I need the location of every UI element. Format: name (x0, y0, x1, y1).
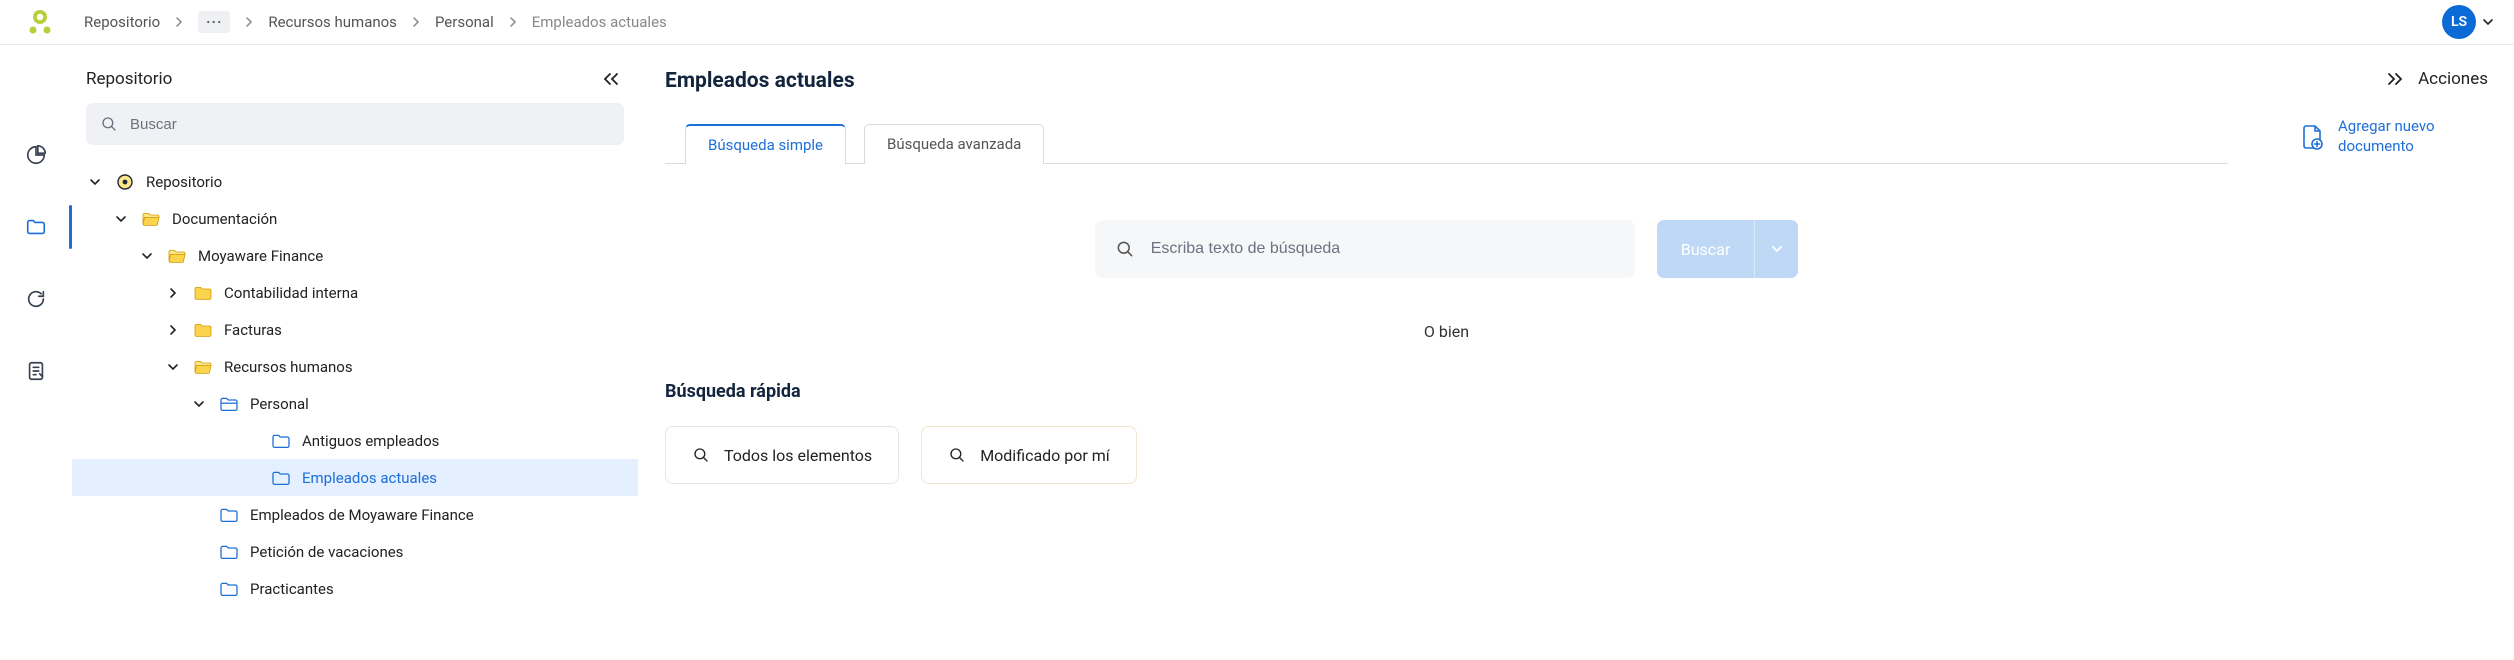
search-icon (100, 115, 118, 133)
tree-label: Facturas (224, 321, 282, 339)
tree-label: Recursos humanos (224, 358, 353, 376)
sidebar-search-input[interactable] (130, 116, 610, 133)
breadcrumb-ellipsis[interactable]: ··· (198, 11, 230, 33)
search-icon (692, 446, 710, 464)
breadcrumb: Repositorio ··· Recursos humanos Persona… (84, 11, 667, 33)
folder-icon (192, 285, 214, 301)
search-button-dropdown[interactable] (1754, 220, 1798, 278)
breadcrumb-item[interactable]: Recursos humanos (268, 13, 397, 31)
tree-item[interactable]: Personal (72, 385, 638, 422)
tree-item[interactable]: Practicantes (72, 570, 638, 607)
rail-dashboard[interactable] (16, 135, 56, 175)
tree-item-active[interactable]: Empleados actuales (72, 459, 638, 496)
chevron-right-icon[interactable] (164, 287, 182, 299)
chevron-right-icon (411, 17, 421, 27)
folder-open-icon (166, 248, 188, 264)
tree-item[interactable]: Petición de vacaciones (72, 533, 638, 570)
nav-rail (0, 45, 72, 660)
breadcrumb-root[interactable]: Repositorio (84, 13, 160, 31)
breadcrumb-item[interactable]: Personal (435, 13, 494, 31)
chip-label: Todos los elementos (724, 446, 872, 465)
tree-label: Personal (250, 395, 309, 413)
main-search-input[interactable] (1151, 240, 1615, 258)
chevron-right-icon (244, 17, 254, 27)
tree-item[interactable]: Contabilidad interna (72, 274, 638, 311)
page-title: Empleados actuales (665, 69, 855, 93)
folder-outline-icon (218, 544, 240, 560)
search-button-group: Buscar (1657, 220, 1799, 278)
folder-open-icon (140, 211, 162, 227)
folder-tree: Repositorio Documentación Moyaware Finan… (72, 159, 638, 607)
chevron-down-icon[interactable] (190, 398, 208, 410)
search-button[interactable]: Buscar (1657, 220, 1755, 278)
tree-label: Repositorio (146, 173, 222, 191)
add-document-icon (2300, 124, 2324, 150)
tree-item[interactable]: Documentación (72, 200, 638, 237)
expand-actions-icon[interactable] (2386, 72, 2404, 86)
folder-outline-icon (270, 433, 292, 449)
tree-label: Petición de vacaciones (250, 543, 403, 561)
folder-blue-icon (218, 396, 240, 412)
tree-label: Practicantes (250, 580, 334, 598)
breadcrumb-current: Empleados actuales (532, 13, 667, 31)
search-tabs: Búsqueda simple Búsqueda avanzada (665, 123, 2228, 164)
tree-label: Documentación (172, 210, 277, 228)
add-document-label: Agregar nuevo documento (2338, 117, 2488, 156)
search-icon (1115, 239, 1135, 259)
tree-label: Contabilidad interna (224, 284, 358, 302)
chevron-right-icon[interactable] (164, 324, 182, 336)
chevron-down-icon[interactable] (164, 361, 182, 373)
tree-label: Moyaware Finance (198, 247, 323, 265)
tree-label: Antiguos empleados (302, 432, 439, 450)
or-divider: O bien (665, 322, 2228, 341)
quick-search-title: Búsqueda rápida (665, 381, 2228, 402)
avatar-menu-caret[interactable] (2482, 16, 2494, 28)
repo-root-icon (114, 173, 136, 191)
tree-item[interactable]: Empleados de Moyaware Finance (72, 496, 638, 533)
actions-panel: Acciones Agregar nuevo documento (2254, 45, 2514, 660)
rail-tasks[interactable] (16, 351, 56, 391)
tree-root[interactable]: Repositorio (72, 163, 638, 200)
sidebar-title: Repositorio (86, 69, 172, 89)
folder-icon (192, 322, 214, 338)
chevron-down-icon[interactable] (86, 176, 104, 188)
chevron-right-icon (174, 17, 184, 27)
quick-chip-all[interactable]: Todos los elementos (665, 426, 899, 484)
rail-sync[interactable] (16, 279, 56, 319)
tree-item[interactable]: Facturas (72, 311, 638, 348)
app-logo[interactable] (24, 6, 56, 38)
collapse-sidebar-button[interactable] (602, 72, 620, 86)
folder-outline-icon (270, 470, 292, 486)
search-icon (948, 446, 966, 464)
add-document-action[interactable]: Agregar nuevo documento (2300, 117, 2488, 156)
sidebar-search[interactable] (86, 103, 624, 145)
tree-item[interactable]: Moyaware Finance (72, 237, 638, 274)
folder-outline-icon (218, 507, 240, 523)
tree-item[interactable]: Recursos humanos (72, 348, 638, 385)
chevron-down-icon[interactable] (112, 213, 130, 225)
folder-outline-icon (218, 581, 240, 597)
tree-label: Empleados de Moyaware Finance (250, 506, 474, 524)
sidebar: Repositorio Repositorio (72, 45, 639, 660)
main-search[interactable] (1095, 220, 1635, 278)
chevron-right-icon (508, 17, 518, 27)
chevron-down-icon[interactable] (138, 250, 156, 262)
tree-item[interactable]: Antiguos empleados (72, 422, 638, 459)
avatar[interactable]: LS (2442, 5, 2476, 39)
folder-open-icon (192, 359, 214, 375)
actions-title: Acciones (2418, 69, 2488, 89)
tree-label: Empleados actuales (302, 469, 437, 487)
content: Empleados actuales Búsqueda simple Búsqu… (639, 45, 2254, 660)
quick-chip-mine[interactable]: Modificado por mí (921, 426, 1137, 484)
rail-repository[interactable] (16, 207, 56, 247)
tab-simple-search[interactable]: Búsqueda simple (685, 124, 846, 164)
chip-label: Modificado por mí (980, 446, 1110, 465)
tab-advanced-search[interactable]: Búsqueda avanzada (864, 124, 1044, 164)
